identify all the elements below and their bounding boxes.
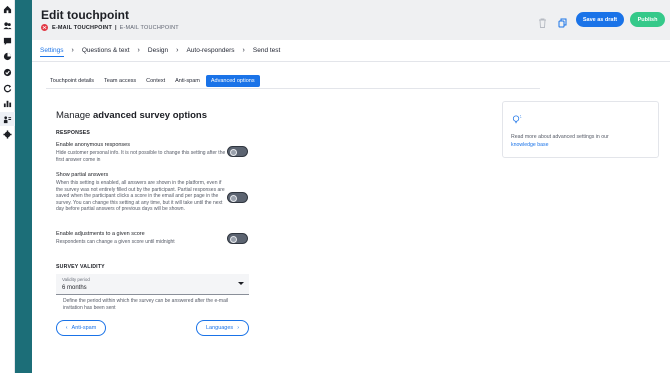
gear-icon[interactable]	[3, 130, 12, 139]
chevron-left-icon: ‹	[65, 325, 68, 331]
tab-team-access[interactable]: Team access	[100, 75, 140, 87]
chevron-right-icon: ›	[242, 47, 245, 54]
partial-answers-desc: When this setting is enabled, all answer…	[56, 180, 225, 213]
anonymous-responses-toggle[interactable]	[227, 146, 248, 157]
save-draft-button[interactable]: Save as draft	[576, 12, 624, 27]
partial-answers-title: Show partial answers	[56, 172, 109, 178]
page-header: Edit touchpoint E-MAIL TOUCHPOINT | E-MA…	[32, 0, 670, 40]
tabs-divider	[46, 88, 540, 89]
chevron-right-icon: ›	[176, 47, 179, 54]
section-heading: Manage advanced survey options	[56, 110, 207, 121]
chevron-right-icon: ›	[137, 47, 140, 54]
tab-advanced-options[interactable]: Advanced options	[205, 75, 260, 87]
settings-tabs: Touchpoint details Team access Context A…	[46, 75, 262, 87]
step-auto-responders[interactable]: Auto-responders	[186, 45, 234, 56]
lightbulb-icon	[511, 112, 522, 124]
publish-button[interactable]: Publish	[630, 12, 665, 27]
knowledge-base-link[interactable]: knowledge base	[511, 142, 549, 148]
score-adjustments-desc: Respondents can change a given score unt…	[56, 239, 175, 245]
step-design[interactable]: Design	[148, 45, 168, 56]
next-tab-label: Languages	[205, 325, 234, 331]
responses-section-title: RESPONSES	[56, 130, 91, 136]
help-card-body: Read more about advanced settings in our	[511, 134, 609, 140]
touchpoint-type: E-MAIL TOUCHPOINT	[52, 24, 113, 31]
main-panel: Edit touchpoint E-MAIL TOUCHPOINT | E-MA…	[32, 0, 670, 373]
wizard-steps: Settings › Questions & text › Design › A…	[32, 40, 670, 62]
touchpoint-icon[interactable]	[3, 115, 12, 124]
step-send-test[interactable]: Send test	[253, 45, 280, 56]
validity-period-label: Validity period	[62, 277, 90, 282]
touchpoint-subtitle: E-MAIL TOUCHPOINT | E-MAIL TOUCHPOINT	[41, 24, 179, 31]
toggle-knob	[230, 195, 237, 202]
validity-period-select[interactable]: Validity period 6 months	[56, 274, 249, 295]
anonymous-responses-desc: Hide customer personal info. It is not p…	[56, 150, 226, 163]
score-adjustments-toggle[interactable]	[227, 233, 248, 244]
secondary-nav-strip	[15, 0, 32, 373]
caret-down-icon	[238, 282, 244, 285]
email-icon	[41, 24, 48, 31]
chevron-right-icon: ›	[71, 47, 74, 54]
partial-answers-toggle[interactable]	[227, 192, 248, 203]
heading-prefix: Manage	[56, 110, 93, 121]
toggle-knob	[230, 149, 237, 156]
toggle-knob	[230, 236, 237, 243]
refresh-icon[interactable]	[3, 84, 12, 93]
tab-context[interactable]: Context	[142, 75, 169, 87]
check-circle-icon[interactable]	[3, 68, 12, 77]
validity-period-value: 6 months	[62, 285, 87, 291]
duplicate-icon[interactable]	[558, 15, 567, 28]
score-adjustments-title: Enable adjustments to a given score	[56, 231, 145, 237]
previous-tab-button[interactable]: ‹ Anti-spam	[56, 320, 106, 336]
trash-icon[interactable]	[538, 15, 547, 28]
previous-tab-label: Anti-spam	[71, 325, 97, 331]
anonymous-responses-title: Enable anonymous responses	[56, 142, 130, 148]
page-title: Edit touchpoint	[41, 8, 129, 22]
touchpoint-name: E-MAIL TOUCHPOINT	[119, 24, 179, 31]
subtitle-separator: |	[115, 24, 117, 31]
chart-pie-icon[interactable]	[3, 52, 12, 61]
chevron-right-icon: ›	[237, 325, 240, 331]
app-sidebar	[0, 0, 15, 373]
bar-chart-icon[interactable]	[3, 99, 12, 108]
validity-section-title: SURVEY VALIDITY	[56, 264, 105, 270]
help-card-text: Read more about advanced settings in our…	[511, 133, 656, 149]
heading-emphasis: advanced survey options	[92, 110, 208, 121]
next-tab-button[interactable]: Languages ›	[196, 320, 249, 336]
step-settings[interactable]: Settings	[40, 45, 64, 57]
validity-help-text: Define the period within which the surve…	[63, 298, 229, 311]
tab-touchpoint-details[interactable]: Touchpoint details	[46, 75, 98, 87]
users-icon[interactable]	[3, 21, 12, 30]
home-icon[interactable]	[3, 5, 12, 14]
step-questions[interactable]: Questions & text	[82, 45, 130, 56]
help-card: Read more about advanced settings in our…	[502, 101, 659, 158]
tab-anti-spam[interactable]: Anti-spam	[171, 75, 204, 87]
chat-icon[interactable]	[3, 37, 12, 46]
